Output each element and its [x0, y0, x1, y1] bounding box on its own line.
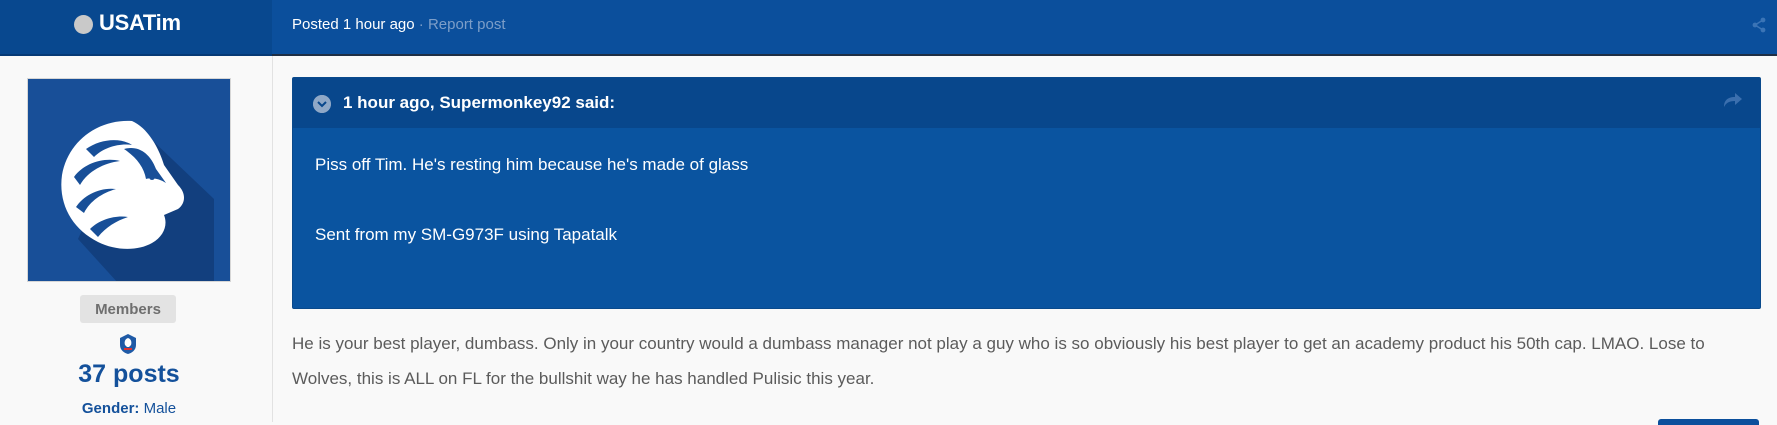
quote-header[interactable]: 1 hour ago, Supermonkey92 said: — [293, 78, 1760, 128]
gender-label: Gender: — [81, 400, 140, 417]
posted-time[interactable]: 1 hour ago — [343, 16, 415, 33]
share-icon[interactable] — [1752, 17, 1766, 33]
quote-signature: Sent from my SM-G973F using Tapatalk — [315, 225, 618, 244]
quote-text-line: Piss off Tim. He's resting him because h… — [315, 155, 749, 174]
quote-citation: 1 hour ago, Supermonkey92 said: — [343, 93, 616, 112]
post-action-button[interactable] — [1658, 419, 1759, 425]
author-header: USATim — [0, 0, 272, 56]
author-username[interactable]: USATim — [99, 10, 181, 36]
report-post-link[interactable]: Report post — [428, 16, 506, 33]
posted-label: Posted — [292, 16, 339, 33]
forward-arrow-icon[interactable] — [1723, 90, 1743, 110]
author-post-count[interactable]: 37 posts — [0, 360, 258, 389]
member-group-badge: Members — [80, 295, 176, 323]
online-status-icon — [74, 15, 93, 34]
post-body-text: He is your best player, dumbass. Only in… — [292, 334, 1705, 388]
author-avatar[interactable] — [27, 78, 231, 282]
author-gender: Gender: Male — [0, 400, 258, 417]
header-divider — [272, 54, 1777, 56]
post-meta: Posted 1 hour ago · Report post — [292, 16, 506, 33]
chevron-down-icon[interactable] — [313, 95, 331, 113]
meta-separator: · — [418, 16, 424, 33]
gender-value: Male — [143, 400, 177, 417]
quote-block: 1 hour ago, Supermonkey92 said: Piss off… — [292, 77, 1761, 309]
club-crest-icon — [120, 334, 136, 354]
lion-avatar-icon — [28, 79, 230, 281]
